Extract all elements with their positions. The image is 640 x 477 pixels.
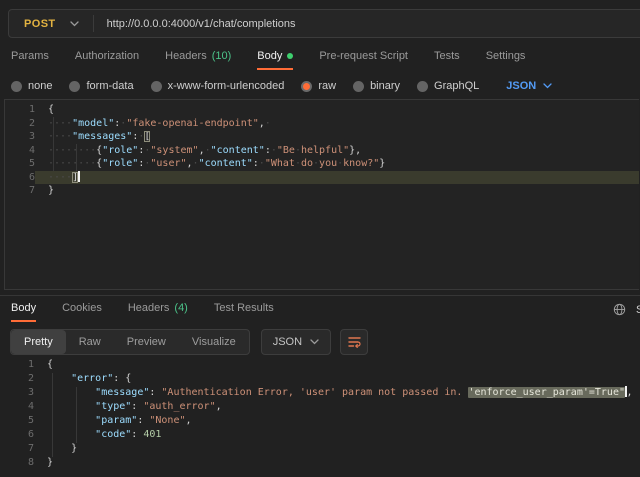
radio-selected-icon[interactable]	[301, 81, 312, 92]
line-number: 7	[4, 442, 34, 456]
postman-request-view: POST http://0.0.0.0:4000/v1/chat/complet…	[0, 0, 640, 477]
response-headers-count-badge: (4)	[174, 302, 187, 314]
status-text-clipped: St	[636, 304, 640, 316]
line-number: 8	[4, 456, 34, 470]
request-body-editor[interactable]: 1{2····"model":·"fake-openai-endpoint",·…	[4, 99, 639, 290]
response-tab-cookies[interactable]: Cookies	[62, 299, 102, 322]
response-tabs: Body Cookies Headers(4) Test Results	[11, 299, 300, 322]
body-type-row: none form-data x-www-form-urlencoded raw…	[11, 76, 552, 96]
code-line[interactable]: 2····"model":·"fake-openai-endpoint",·	[5, 117, 639, 131]
response-view-group: Pretty Raw Preview Visualize	[10, 329, 250, 355]
code-line[interactable]: 4········{"role":·"system",·"content":·"…	[5, 144, 639, 158]
url-bar-divider	[93, 15, 94, 32]
code-line[interactable]: 7}	[5, 184, 639, 198]
response-format-select[interactable]: JSON	[261, 329, 331, 355]
code-line[interactable]: 5········{"role":·"user",·"content":·"Wh…	[5, 157, 639, 171]
line-number: 6	[4, 428, 34, 442]
response-tab-test-results[interactable]: Test Results	[214, 299, 274, 322]
radio-icon[interactable]	[151, 81, 162, 92]
body-type-none[interactable]: none	[11, 80, 52, 92]
headers-count-badge: (10)	[212, 50, 232, 62]
body-type-graphql[interactable]: GraphQL	[417, 80, 479, 92]
wrap-text-icon	[348, 336, 361, 348]
code-line[interactable]: 6 "code": 401	[4, 428, 640, 442]
radio-icon[interactable]	[69, 81, 80, 92]
radio-icon[interactable]	[11, 81, 22, 92]
line-number: 7	[5, 184, 35, 198]
raw-format-select[interactable]: JSON	[506, 80, 552, 92]
line-number: 6	[5, 171, 35, 185]
code-line[interactable]: 4 "type": "auth_error",	[4, 400, 640, 414]
code-line[interactable]: 2 "error": {	[4, 372, 640, 386]
request-tabs: Params Authorization Headers(10) Body Pr…	[11, 47, 551, 70]
body-type-binary[interactable]: binary	[353, 80, 400, 92]
tab-headers[interactable]: Headers(10)	[165, 47, 231, 70]
view-preview-button[interactable]: Preview	[114, 330, 179, 354]
tab-tests[interactable]: Tests	[434, 47, 460, 70]
body-type-raw[interactable]: raw	[301, 80, 336, 92]
view-pretty-button[interactable]: Pretty	[11, 330, 66, 354]
selected-text: 'enforce_user_param'=True"	[468, 387, 625, 398]
body-modified-dot	[287, 53, 293, 59]
code-line[interactable]: 3····"messages":·[	[5, 130, 639, 144]
body-type-urlencoded[interactable]: x-www-form-urlencoded	[151, 80, 285, 92]
code-line[interactable]: 3 "message": "Authentication Error, 'use…	[4, 386, 640, 400]
radio-icon[interactable]	[417, 81, 428, 92]
tab-settings[interactable]: Settings	[486, 47, 526, 70]
response-body-editor[interactable]: 1{2 "error": {3 "message": "Authenticati…	[4, 355, 640, 477]
response-tab-body[interactable]: Body	[11, 299, 36, 322]
code-line[interactable]: 8}	[4, 456, 640, 470]
body-type-form-data[interactable]: form-data	[69, 80, 133, 92]
text-caret	[78, 171, 80, 182]
tab-authorization[interactable]: Authorization	[75, 47, 139, 70]
tab-body[interactable]: Body	[257, 47, 293, 70]
line-number: 2	[4, 372, 34, 386]
line-number: 4	[5, 144, 35, 158]
tab-pre-request-script[interactable]: Pre-request Script	[319, 47, 408, 70]
request-url-bar: POST http://0.0.0.0:4000/v1/chat/complet…	[8, 9, 640, 38]
url-input[interactable]: http://0.0.0.0:4000/v1/chat/completions	[107, 18, 296, 30]
view-visualize-button[interactable]: Visualize	[179, 330, 249, 354]
code-line[interactable]: 6····]	[5, 171, 639, 185]
wrap-text-button[interactable]	[340, 329, 368, 355]
line-number: 4	[4, 400, 34, 414]
code-line[interactable]: 1{	[4, 358, 640, 372]
globe-icon[interactable]	[613, 303, 626, 316]
line-number: 3	[4, 386, 34, 400]
tab-params[interactable]: Params	[11, 47, 49, 70]
line-number: 1	[4, 358, 34, 372]
line-number: 5	[4, 414, 34, 428]
code-line[interactable]: 7 }	[4, 442, 640, 456]
chevron-down-icon	[310, 339, 319, 345]
line-number: 2	[5, 117, 35, 131]
method-chevron-down-icon[interactable]	[70, 21, 79, 27]
line-number: 3	[5, 130, 35, 144]
line-number: 1	[5, 103, 35, 117]
line-number: 5	[5, 157, 35, 171]
section-divider	[0, 295, 640, 296]
view-raw-button[interactable]: Raw	[66, 330, 114, 354]
method-selector[interactable]: POST	[9, 18, 70, 30]
radio-icon[interactable]	[353, 81, 364, 92]
response-toolbar: Pretty Raw Preview Visualize JSON	[10, 329, 368, 355]
code-line[interactable]: 1{	[5, 103, 639, 117]
chevron-down-icon	[543, 83, 552, 89]
code-line[interactable]: 5 "param": "None",	[4, 414, 640, 428]
response-tab-headers[interactable]: Headers(4)	[128, 299, 188, 322]
